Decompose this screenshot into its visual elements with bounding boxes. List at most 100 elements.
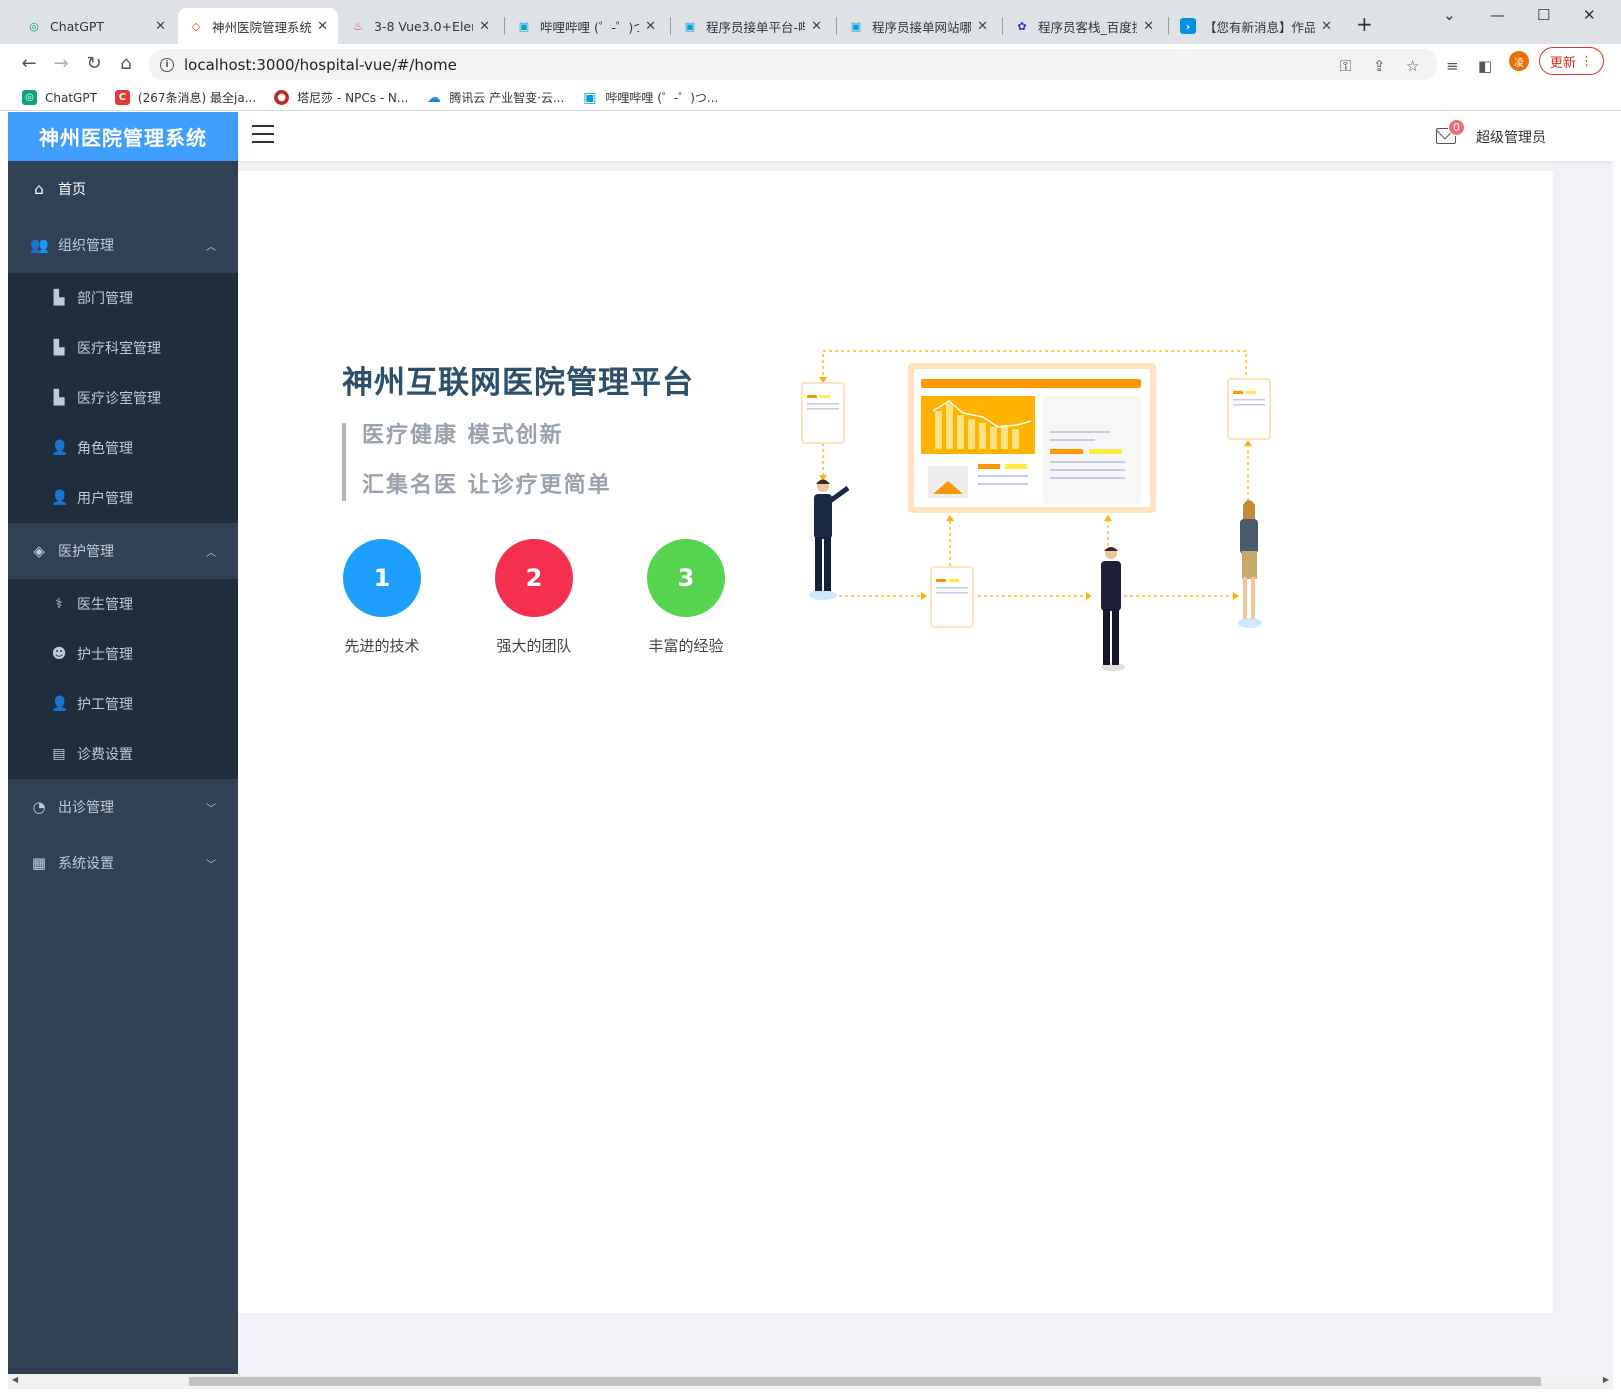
- reload-icon[interactable]: ↻: [83, 53, 105, 74]
- sidebar-item-medical-department[interactable]: ▙ 医疗科室管理: [8, 323, 238, 373]
- receipt-icon: ▤: [52, 746, 66, 762]
- bilibili-icon: ▣: [583, 89, 597, 106]
- npc-site-icon: ●: [274, 90, 290, 105]
- bookmark-label: (267条消息) 最全ja...: [137, 91, 257, 105]
- tab-title: 3-8 Vue3.0+Elem: [374, 18, 474, 34]
- tab-title: ChatGPT: [50, 18, 105, 34]
- feature-number-circle: 2: [495, 539, 573, 617]
- scrollbar-thumb[interactable]: [189, 1377, 1541, 1386]
- close-icon[interactable]: ✕: [479, 19, 490, 34]
- sidebar-item-fee-settings[interactable]: ▤ 诊费设置: [8, 729, 238, 779]
- reading-list-icon[interactable]: ≡: [1446, 57, 1459, 75]
- app-root: 神州医院管理系统 ⌂ 首页 👥 组织管理 ︿ ▙ 部门管理 ▙ 医疗科室管理 ▙ 医疗…: [8, 112, 1613, 1374]
- sidebar-item-caregiver[interactable]: 👤 护工管理: [8, 679, 238, 729]
- sidebar-item-nurse[interactable]: ☻ 护士管理: [8, 629, 238, 679]
- close-window-button[interactable]: ✕: [1583, 6, 1596, 24]
- csdn-icon: C: [114, 90, 130, 105]
- browser-tab-active[interactable]: ◇ 神州医院管理系统 ✕: [178, 8, 338, 44]
- user-name[interactable]: 超级管理员: [1476, 127, 1546, 147]
- browser-tab-strip: ◎ ChatGPT ✕ ◇ 神州医院管理系统 ✕ ♨ 3-8 Vue3.0+El…: [0, 0, 1621, 44]
- address-bar-row: ← → ↻ ⌂ i localhost:3000/hospital-vue/#/…: [0, 44, 1621, 85]
- tab-search-icon[interactable]: ⌄: [1443, 6, 1456, 24]
- site-info-icon[interactable]: i: [160, 57, 174, 72]
- menu-label: 出诊管理: [58, 800, 114, 816]
- menu-label: 医疗科室管理: [77, 341, 161, 357]
- home-icon[interactable]: ⌂: [115, 53, 137, 74]
- close-icon[interactable]: ✕: [317, 19, 328, 34]
- bilibili-icon: ▣: [518, 19, 530, 33]
- browser-tab[interactable]: ▣ 程序员接单网站哪 ✕: [838, 8, 998, 44]
- hero-title: 神州互联网医院管理平台: [342, 365, 694, 401]
- bookmark-item[interactable]: ▣ 哔哩哔哩 (゜-゜)つ...: [582, 89, 718, 106]
- building-icon: ▙: [53, 390, 65, 406]
- close-icon[interactable]: ✕: [1321, 19, 1332, 34]
- menu-label: 部门管理: [77, 291, 133, 307]
- sidebar-item-doctor[interactable]: ⚕ 医生管理: [8, 579, 238, 629]
- user-icon: 👤: [51, 440, 69, 456]
- maximize-button[interactable]: ☐: [1537, 6, 1550, 24]
- browser-tab[interactable]: ✿ 程序员客栈_百度搜 ✕: [1004, 8, 1164, 44]
- share-icon[interactable]: ⇪: [1373, 57, 1386, 75]
- chevron-down-icon: ﹀: [206, 803, 216, 815]
- sidebar-item-care[interactable]: ◈ 医护管理 ︿: [8, 523, 238, 579]
- browser-tab[interactable]: ▣ 程序员接单平台-哔 ✕: [672, 8, 832, 44]
- browser-tab[interactable]: ♨ 3-8 Vue3.0+Elem ✕: [340, 8, 500, 44]
- feature-item: 1 先进的技术: [342, 539, 422, 656]
- tab-title: 哔哩哔哩 (゜-゜)つ: [540, 19, 640, 35]
- close-icon[interactable]: ✕: [645, 19, 656, 34]
- top-navbar: 0 超级管理员: [238, 112, 1613, 161]
- user-icon: 👤: [51, 696, 69, 712]
- hamburger-menu-icon[interactable]: [252, 125, 274, 145]
- scroll-right-icon[interactable]: ▶: [1603, 1375, 1609, 1384]
- new-tab-button[interactable]: +: [1356, 12, 1373, 36]
- sidebar-item-department[interactable]: ▙ 部门管理: [8, 273, 238, 323]
- menu-label: 角色管理: [77, 441, 133, 457]
- sidebar-item-clinic-room[interactable]: ▙ 医疗诊室管理: [8, 373, 238, 423]
- sidebar-item-home[interactable]: ⌂ 首页: [8, 161, 238, 217]
- slogan-block: 医疗健康 模式创新 汇集名医 让诊疗更简单: [342, 423, 612, 501]
- bookmarks-bar: ◎ ChatGPT C (267条消息) 最全ja... ● 塔尼莎 - NPCs -…: [0, 85, 1621, 111]
- bookmark-item[interactable]: ☁ 腾讯云 产业智变·云...: [426, 89, 565, 106]
- close-icon[interactable]: ✕: [1143, 19, 1154, 34]
- close-icon[interactable]: ✕: [155, 19, 166, 34]
- side-panel-icon[interactable]: ◧: [1478, 57, 1492, 75]
- scroll-left-icon[interactable]: ◀: [12, 1375, 18, 1384]
- browser-tab[interactable]: › 【您有新消息】作品 ✕: [1170, 8, 1342, 44]
- horizontal-scrollbar[interactable]: ◀ ▶: [8, 1374, 1613, 1389]
- sidebar: 神州医院管理系统 ⌂ 首页 👥 组织管理 ︿ ▙ 部门管理 ▙ 医疗科室管理 ▙ 医疗…: [8, 112, 238, 1374]
- building-icon: ▙: [53, 340, 65, 356]
- feature-label: 强大的团队: [496, 637, 572, 655]
- bookmark-item[interactable]: ● 塔尼莎 - NPCs - N...: [274, 89, 408, 106]
- forward-icon[interactable]: →: [50, 53, 72, 74]
- bookmark-star-icon[interactable]: ☆: [1406, 57, 1419, 75]
- browser-tab[interactable]: ▣ 哔哩哔哩 (゜-゜)つ ✕: [506, 8, 666, 44]
- bookmark-item[interactable]: C (267条消息) 最全ja...: [114, 89, 257, 106]
- chevron-up-icon: ︿: [206, 547, 216, 559]
- sidebar-item-visit[interactable]: ◔ 出诊管理 ﹀: [8, 779, 238, 835]
- sidebar-item-system[interactable]: ▦ 系统设置 ﹀: [8, 835, 238, 891]
- vue-app-icon: ◇: [191, 19, 201, 33]
- bookmark-item[interactable]: ◎ ChatGPT: [22, 90, 97, 105]
- chatgpt-icon: ◎: [29, 19, 39, 33]
- back-icon[interactable]: ←: [18, 53, 40, 74]
- bookmark-label: ChatGPT: [45, 90, 97, 105]
- baidu-icon: ✿: [1017, 19, 1027, 33]
- update-button[interactable]: 更新 ⋮: [1539, 47, 1604, 75]
- feature-number-circle: 3: [647, 539, 725, 617]
- minimize-button[interactable]: —: [1490, 6, 1505, 24]
- close-icon[interactable]: ✕: [811, 19, 822, 34]
- nurse-icon: ☻: [51, 646, 67, 662]
- sidebar-item-user[interactable]: 👤 用户管理: [8, 473, 238, 523]
- url-field[interactable]: i localhost:3000/hospital-vue/#/home: [148, 49, 1438, 80]
- menu-label: 医生管理: [77, 597, 133, 613]
- profile-avatar[interactable]: 凌: [1509, 51, 1529, 71]
- key-icon[interactable]: ⚿: [1340, 57, 1351, 75]
- sidebar-item-role[interactable]: 👤 角色管理: [8, 423, 238, 473]
- url-text: localhost:3000/hospital-vue/#/home: [184, 55, 457, 74]
- browser-tab[interactable]: ◎ ChatGPT ✕: [16, 8, 176, 44]
- menu-label: 系统设置: [58, 856, 114, 872]
- close-icon[interactable]: ✕: [977, 19, 988, 34]
- tab-title: 程序员接单网站哪: [872, 19, 972, 35]
- sidebar-item-org[interactable]: 👥 组织管理 ︿: [8, 217, 238, 273]
- dashboard-illustration: [801, 350, 1271, 671]
